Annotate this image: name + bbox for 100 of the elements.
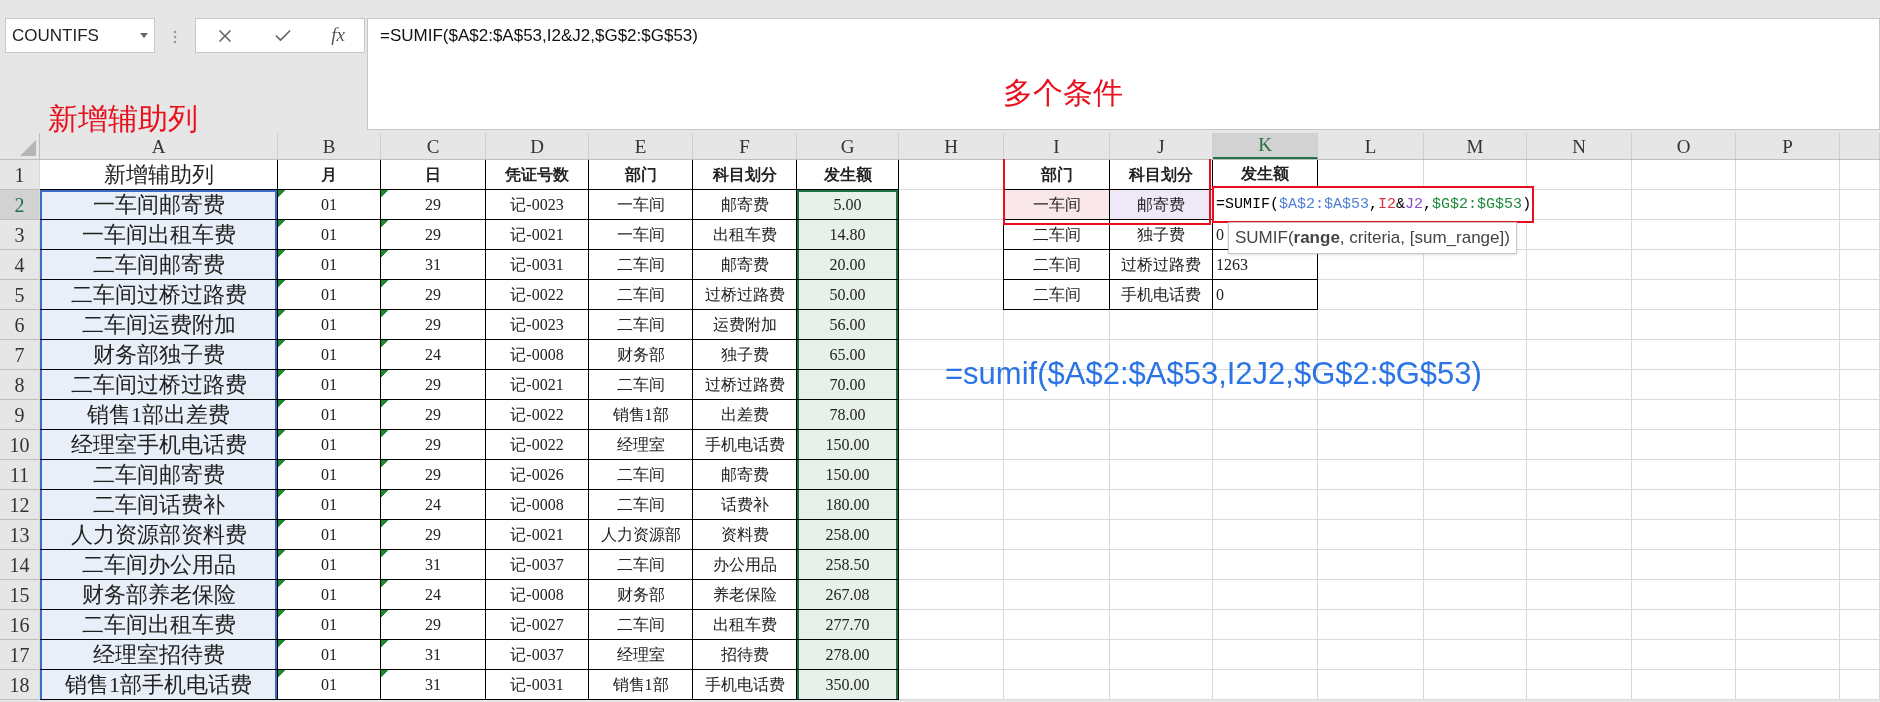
table-cell[interactable]: 二车间出租车费 bbox=[40, 610, 278, 640]
table-cell[interactable]: 29 bbox=[381, 430, 486, 460]
table-cell[interactable]: 人力资源部 bbox=[589, 520, 693, 550]
table-cell[interactable]: 24 bbox=[381, 490, 486, 520]
table-cell[interactable]: 记-0008 bbox=[486, 340, 589, 370]
table-cell[interactable]: 经理室招待费 bbox=[40, 640, 278, 670]
row-header[interactable]: 6 bbox=[0, 310, 40, 340]
table-cell[interactable]: 29 bbox=[381, 310, 486, 340]
table-cell[interactable]: 0 bbox=[1213, 280, 1318, 310]
table-cell[interactable]: 65.00 bbox=[797, 340, 899, 370]
table-cell[interactable]: 20.00 bbox=[797, 250, 899, 280]
row-header[interactable]: 5 bbox=[0, 280, 40, 310]
table-cell[interactable]: 31 bbox=[381, 670, 486, 700]
table-cell[interactable]: 01 bbox=[278, 670, 381, 700]
table-cell[interactable]: 经理室手机电话费 bbox=[40, 430, 278, 460]
table-cell[interactable]: 记-0021 bbox=[486, 520, 589, 550]
table-cell[interactable]: 01 bbox=[278, 280, 381, 310]
table-cell[interactable]: 01 bbox=[278, 580, 381, 610]
table-cell[interactable]: 31 bbox=[381, 640, 486, 670]
table-cell[interactable]: 56.00 bbox=[797, 310, 899, 340]
table-cell[interactable]: 记-0031 bbox=[486, 250, 589, 280]
table-cell[interactable]: 31 bbox=[381, 550, 486, 580]
table-cell[interactable]: 31 bbox=[381, 250, 486, 280]
name-box[interactable]: COUNTIFS bbox=[5, 18, 155, 53]
table-cell[interactable]: 277.70 bbox=[797, 610, 899, 640]
table-cell[interactable]: 财务部 bbox=[589, 340, 693, 370]
table-cell[interactable]: 销售1部 bbox=[589, 400, 693, 430]
table-cell[interactable]: 记-0027 bbox=[486, 610, 589, 640]
table-cell[interactable]: 150.00 bbox=[797, 460, 899, 490]
table-cell[interactable]: 二车间过桥过路费 bbox=[40, 370, 278, 400]
table-cell[interactable]: 一车间出租车费 bbox=[40, 220, 278, 250]
row-header[interactable]: 14 bbox=[0, 550, 40, 580]
row-header[interactable]: 15 bbox=[0, 580, 40, 610]
dropdown-caret-icon[interactable] bbox=[140, 33, 148, 38]
row-header[interactable]: 1 bbox=[0, 160, 40, 190]
row-header[interactable]: 7 bbox=[0, 340, 40, 370]
table-cell[interactable]: 二车间 bbox=[1004, 250, 1110, 280]
table-cell[interactable]: 二车间邮寄费 bbox=[40, 460, 278, 490]
row-header[interactable]: 16 bbox=[0, 610, 40, 640]
table-cell[interactable]: 01 bbox=[278, 640, 381, 670]
table-cell[interactable]: 二车间 bbox=[589, 490, 693, 520]
table-cell[interactable]: 150.00 bbox=[797, 430, 899, 460]
table-cell[interactable]: 14.80 bbox=[797, 220, 899, 250]
column-header[interactable]: J bbox=[1110, 133, 1213, 159]
table-cell[interactable]: 财务部养老保险 bbox=[40, 580, 278, 610]
table-cell[interactable]: 29 bbox=[381, 280, 486, 310]
table-cell[interactable]: 78.00 bbox=[797, 400, 899, 430]
table-cell[interactable]: 过桥过路费 bbox=[1110, 250, 1213, 280]
table-cell[interactable]: 二车间运费附加 bbox=[40, 310, 278, 340]
table-cell[interactable]: 一车间 bbox=[589, 190, 693, 220]
table-cell[interactable]: 记-0021 bbox=[486, 220, 589, 250]
table-cell[interactable]: 01 bbox=[278, 370, 381, 400]
row-header[interactable]: 9 bbox=[0, 400, 40, 430]
table-cell[interactable]: 二车间 bbox=[589, 550, 693, 580]
cell-formula-input[interactable]: =SUMIF($A$2:$A$53,I2&J2,$G$2:$G$53) bbox=[1212, 186, 1534, 223]
table-cell[interactable]: 29 bbox=[381, 370, 486, 400]
table-cell[interactable]: 24 bbox=[381, 340, 486, 370]
table-cell[interactable]: 01 bbox=[278, 310, 381, 340]
column-header[interactable]: I bbox=[1004, 133, 1110, 159]
column-title[interactable]: 科目划分 bbox=[693, 160, 797, 190]
table-cell[interactable]: 销售1部 bbox=[589, 670, 693, 700]
table-cell[interactable]: 销售1部手机电话费 bbox=[40, 670, 278, 700]
table-cell[interactable]: 二车间 bbox=[1004, 280, 1110, 310]
column-title[interactable]: 凭证号数 bbox=[486, 160, 589, 190]
column-title[interactable]: 部门 bbox=[589, 160, 693, 190]
table-cell[interactable]: 二车间邮寄费 bbox=[40, 250, 278, 280]
table-cell[interactable]: 01 bbox=[278, 340, 381, 370]
table-cell[interactable]: 01 bbox=[278, 610, 381, 640]
table-cell[interactable]: 29 bbox=[381, 610, 486, 640]
table-cell[interactable]: 经理室 bbox=[589, 640, 693, 670]
table-cell[interactable]: 记-0026 bbox=[486, 460, 589, 490]
table-cell[interactable]: 记-0037 bbox=[486, 550, 589, 580]
table-cell[interactable]: 经理室 bbox=[589, 430, 693, 460]
table-cell[interactable]: 24 bbox=[381, 580, 486, 610]
column-title[interactable]: 日 bbox=[381, 160, 486, 190]
table-cell[interactable]: 二车间 bbox=[1004, 220, 1110, 250]
table-cell[interactable]: 财务部 bbox=[589, 580, 693, 610]
table-cell[interactable]: 一车间邮寄费 bbox=[40, 190, 278, 220]
table-cell[interactable]: 70.00 bbox=[797, 370, 899, 400]
table-cell[interactable]: 01 bbox=[278, 460, 381, 490]
row-header[interactable]: 2 bbox=[0, 190, 40, 220]
table-cell[interactable]: 销售1部出差费 bbox=[40, 400, 278, 430]
insert-function-button[interactable]: fx bbox=[331, 21, 345, 50]
table-cell[interactable]: 二车间过桥过路费 bbox=[40, 280, 278, 310]
row-header[interactable]: 12 bbox=[0, 490, 40, 520]
table-cell[interactable]: 二车间 bbox=[589, 310, 693, 340]
table-cell[interactable]: 记-0008 bbox=[486, 490, 589, 520]
table-cell[interactable]: 二车间 bbox=[589, 370, 693, 400]
row-header[interactable]: 4 bbox=[0, 250, 40, 280]
table-cell[interactable]: 258.00 bbox=[797, 520, 899, 550]
table-cell[interactable]: 29 bbox=[381, 190, 486, 220]
table-cell[interactable]: 二车间 bbox=[589, 610, 693, 640]
table-cell[interactable]: 二车间话费补 bbox=[40, 490, 278, 520]
table-cell[interactable]: 记-0023 bbox=[486, 190, 589, 220]
table-cell[interactable]: 二车间办公用品 bbox=[40, 550, 278, 580]
table-cell[interactable]: 手机电话费 bbox=[1110, 280, 1213, 310]
table-cell[interactable]: 二车间 bbox=[589, 280, 693, 310]
row-header[interactable]: 18 bbox=[0, 670, 40, 700]
row-header[interactable]: 11 bbox=[0, 460, 40, 490]
table-cell[interactable]: 记-0023 bbox=[486, 310, 589, 340]
